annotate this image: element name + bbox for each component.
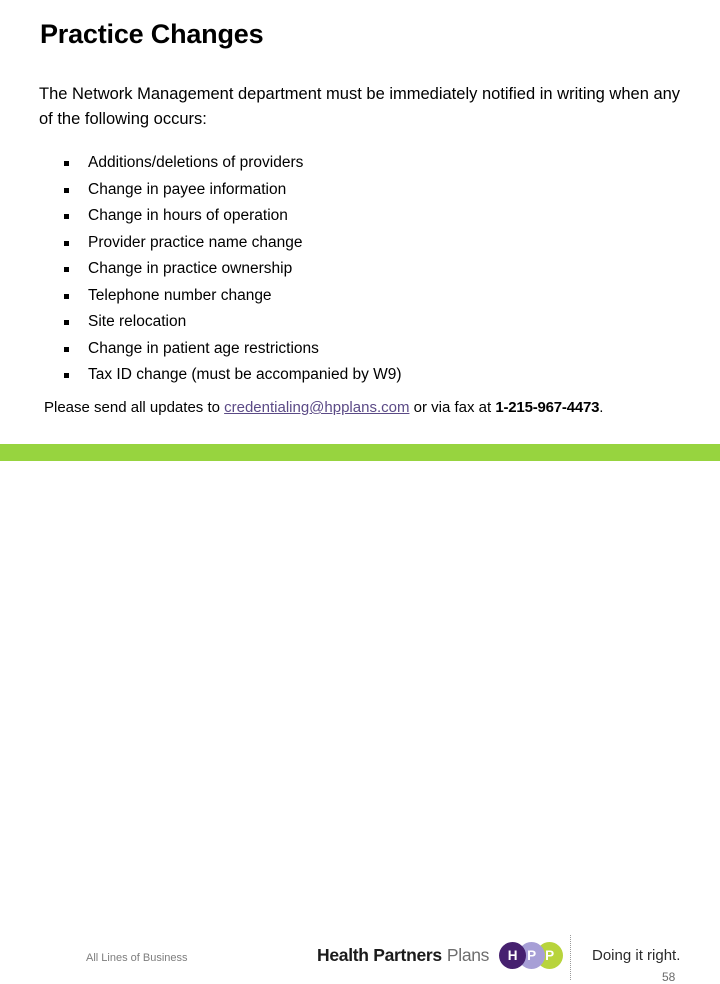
list-item: Change in hours of operation bbox=[39, 203, 659, 230]
list-item: Change in practice ownership bbox=[39, 256, 659, 283]
square-bullet-icon bbox=[64, 293, 69, 299]
contact-middle-text: or via fax at bbox=[409, 399, 496, 416]
square-bullet-icon bbox=[64, 161, 69, 167]
list-item-label: Change in patient age restrictions bbox=[88, 339, 319, 357]
list-item: Change in payee information bbox=[39, 177, 659, 204]
list-item-label: Change in practice ownership bbox=[88, 260, 293, 277]
green-divider-bar bbox=[0, 444, 720, 461]
footer-dotted-divider bbox=[570, 935, 571, 980]
list-item: Change in patient age restrictions bbox=[39, 336, 659, 363]
logo-circle-h: H bbox=[499, 942, 527, 969]
audience-label: All Lines of Business bbox=[86, 952, 188, 964]
square-bullet-icon bbox=[64, 346, 69, 352]
square-bullet-icon bbox=[64, 240, 69, 246]
practice-changes-list: Additions/deletions of providers Change … bbox=[39, 150, 659, 389]
list-item-label: Additions/deletions of providers bbox=[88, 154, 304, 171]
brand-name-primary: Health Partners bbox=[317, 945, 442, 965]
list-item-label: Tax ID change (must be accompanied by W9… bbox=[88, 366, 402, 383]
fax-number: 1-215-967-4473 bbox=[495, 399, 600, 416]
list-item-label: Telephone number change bbox=[88, 286, 272, 304]
list-item-label: Provider practice name change bbox=[88, 233, 303, 251]
list-item: Tax ID change (must be accompanied by W9… bbox=[39, 362, 659, 389]
credentialing-email-link[interactable]: credentialing@hpplans.com bbox=[224, 399, 409, 416]
square-bullet-icon bbox=[64, 373, 69, 379]
contact-suffix-text: . bbox=[599, 399, 604, 416]
square-bullet-icon bbox=[64, 267, 69, 273]
list-item-label: Change in payee information bbox=[88, 180, 287, 198]
hpp-monogram-icon: H P P bbox=[499, 942, 564, 969]
brand-name-secondary: Plans bbox=[446, 945, 490, 965]
list-item: Provider practice name change bbox=[39, 230, 659, 257]
brand-tagline: Doing it right. bbox=[592, 947, 681, 964]
square-bullet-icon bbox=[64, 214, 69, 220]
page-number: 58 bbox=[662, 970, 676, 984]
list-item: Site relocation bbox=[39, 309, 659, 336]
page-title: Practice Changes bbox=[40, 19, 264, 49]
square-bullet-icon bbox=[64, 320, 69, 326]
health-partners-plans-logo: Health Partners Plans H P P bbox=[317, 942, 564, 969]
slide-footer: All Lines of Business Health Partners Pl… bbox=[0, 461, 720, 984]
list-item-label: Site relocation bbox=[88, 313, 187, 330]
square-bullet-icon bbox=[64, 187, 69, 193]
list-item: Additions/deletions of providers bbox=[39, 150, 659, 177]
contact-instructions: Please send all updates to credentialing… bbox=[44, 398, 603, 418]
contact-prefix-text: Please send all updates to bbox=[44, 399, 225, 416]
list-item: Telephone number change bbox=[39, 283, 659, 310]
list-item-label: Change in hours of operation bbox=[88, 207, 288, 224]
intro-paragraph: The Network Management department must b… bbox=[39, 85, 681, 128]
